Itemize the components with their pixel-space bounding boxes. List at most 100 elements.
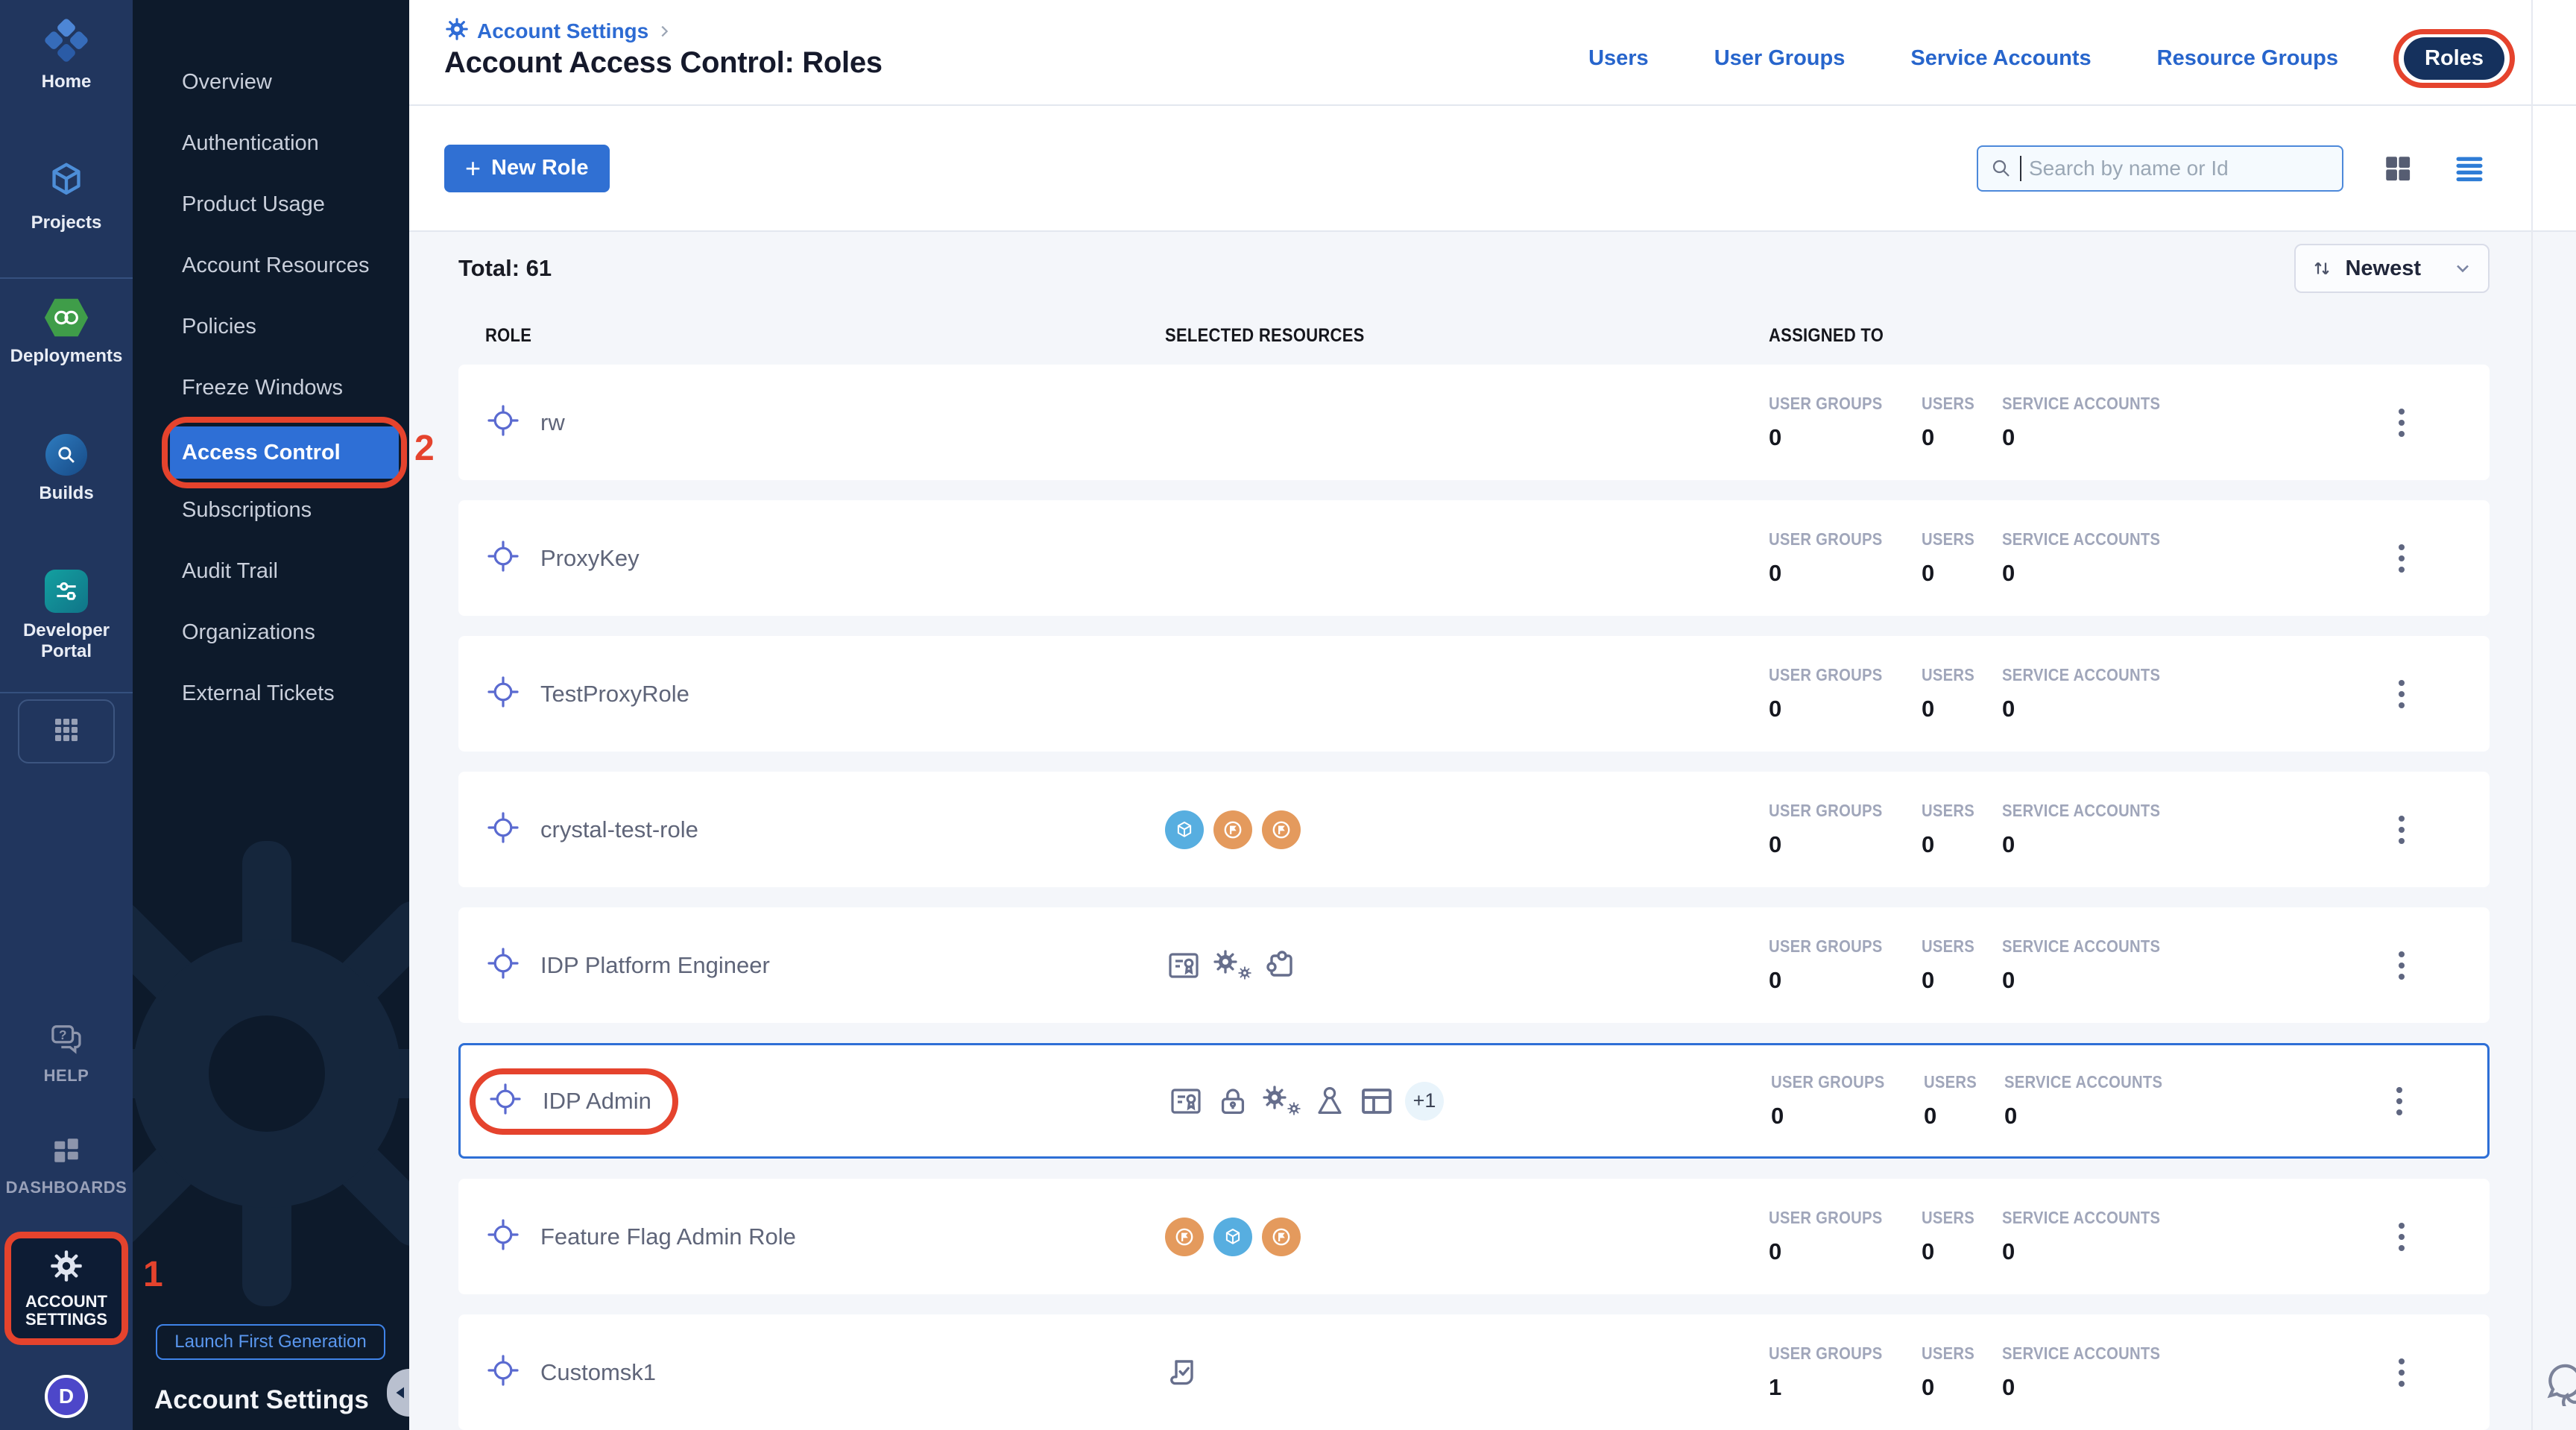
- sidebar-item-label: ACCOUNT: [25, 1292, 107, 1311]
- role-crosshair-icon: [485, 810, 521, 849]
- settings-item-product-usage[interactable]: Product Usage: [182, 188, 325, 221]
- breadcrumb-link[interactable]: Account Settings: [477, 19, 648, 43]
- settings-item-audit-trail[interactable]: Audit Trail: [182, 555, 278, 588]
- users-count: 0: [1924, 1103, 2004, 1130]
- row-menu-button[interactable]: [2383, 1077, 2416, 1126]
- service-accounts-count: 0: [2002, 831, 2182, 858]
- settings-item-organizations[interactable]: Organizations: [182, 616, 315, 649]
- settings-item-policies[interactable]: Policies: [182, 310, 256, 343]
- settings-item-authentication[interactable]: Authentication: [182, 127, 319, 160]
- settings-item-external-tickets[interactable]: External Tickets: [182, 677, 335, 710]
- role-row[interactable]: crystal-test-role USER GROUPS 0 USERS 0 …: [458, 772, 2490, 887]
- role-row[interactable]: Feature Flag Admin Role USER GROUPS 0 US…: [458, 1179, 2490, 1294]
- role-row[interactable]: Customsk1 USER GROUPS 1 USERS 0 SERVICE …: [458, 1314, 2490, 1430]
- new-role-button[interactable]: + New Role: [444, 145, 610, 192]
- lock-resource-icon: [1214, 1083, 1251, 1120]
- sidebar-item-projects[interactable]: Projects: [0, 158, 133, 233]
- sort-dropdown[interactable]: Newest: [2294, 244, 2490, 293]
- grid-view-button[interactable]: [2382, 153, 2414, 184]
- sidebar-item-developer-portal[interactable]: Developer Portal: [0, 570, 133, 662]
- chevron-right-icon: [656, 23, 672, 40]
- assigned-to: USER GROUPS 1 USERS 0 SERVICE ACCOUNTS 0: [1758, 1344, 2385, 1401]
- row-menu-button[interactable]: [2385, 398, 2418, 447]
- settings-item-freeze-windows[interactable]: Freeze Windows: [182, 371, 343, 404]
- service-accounts-count: 0: [2002, 560, 2182, 587]
- row-menu-button[interactable]: [2385, 534, 2418, 583]
- role-name: rw: [540, 409, 565, 436]
- sidebar-item-help[interactable]: ? HELP: [0, 1023, 133, 1086]
- annotation-step-2: 2: [414, 428, 435, 469]
- search-icon: [1990, 157, 2012, 180]
- module-picker-button[interactable]: [18, 699, 115, 763]
- gear-icon: [444, 16, 470, 45]
- sidebar-item-account-settings[interactable]: ACCOUNT SETTINGS: [4, 1232, 128, 1345]
- tab-user-groups[interactable]: User Groups: [1714, 46, 1846, 71]
- launch-first-generation-button[interactable]: Launch First Generation: [156, 1324, 385, 1360]
- text-caret: [2020, 156, 2021, 181]
- person-resource-icon: [1311, 1083, 1348, 1120]
- service-accounts-count: 0: [2002, 967, 2182, 994]
- sidebar-item-home[interactable]: Home: [0, 21, 133, 92]
- assigned-to: USER GROUPS 0 USERS 0 SERVICE ACCOUNTS 0: [1758, 394, 2385, 451]
- search-input[interactable]: [2029, 157, 2330, 180]
- role-row[interactable]: IDP Platform Engineer USER GROUPS 0 USER…: [458, 907, 2490, 1023]
- user-groups-count: 0: [1769, 831, 1922, 858]
- selected-resources: [1165, 810, 1758, 849]
- settings-item-access-control[interactable]: Access Control: [170, 426, 399, 479]
- column-assigned-to: ASSIGNED TO: [1769, 325, 1884, 347]
- gear-watermark-icon: [133, 805, 409, 1346]
- settings-sidebar: Overview Authentication Product Usage Accou…: [133, 0, 409, 1430]
- dashboards-icon: [51, 1135, 82, 1170]
- sidebar-item-deployments[interactable]: Deployments: [0, 297, 133, 367]
- sidebar-item-dashboards[interactable]: DASHBOARDS: [0, 1135, 133, 1198]
- settings-item-account-resources[interactable]: Account Resources: [182, 249, 369, 282]
- page-header: Account Settings Account Access Control:…: [409, 0, 2576, 106]
- role-crosshair-icon: [485, 1217, 521, 1256]
- service-accounts-count: 0: [2002, 424, 2182, 451]
- selected-resources: [1165, 947, 1758, 984]
- column-selected-resources: SELECTED RESOURCES: [1165, 325, 1365, 347]
- users-count: 0: [1922, 1238, 2002, 1265]
- toolbar: + New Role: [409, 106, 2576, 232]
- row-menu-button[interactable]: [2385, 1212, 2418, 1262]
- certificate-resource-icon: [1165, 947, 1202, 984]
- service-accounts-count: 0: [2004, 1103, 2184, 1130]
- grid-icon: [53, 716, 80, 747]
- tab-resource-groups[interactable]: Resource Groups: [2157, 46, 2338, 71]
- tab-roles[interactable]: Roles: [2404, 37, 2504, 80]
- role-name: Customsk1: [540, 1359, 656, 1386]
- sidebar-item-label: Deployments: [10, 346, 123, 367]
- gears-resource-icon: [1261, 1083, 1301, 1120]
- role-name: TestProxyRole: [540, 681, 689, 708]
- row-menu-button[interactable]: [2385, 1348, 2418, 1397]
- sidebar-item-label: Developer Portal: [10, 620, 122, 662]
- role-row[interactable]: ProxyKey USER GROUPS 0 USERS 0 SERVICE A…: [458, 500, 2490, 616]
- ci-cd-resource-icon: [1165, 810, 1204, 849]
- grid-view-icon: [2382, 153, 2414, 184]
- list-view-button[interactable]: [2452, 153, 2487, 184]
- users-count: 0: [1922, 560, 2002, 587]
- users-count: 0: [1922, 424, 2002, 451]
- row-menu-button[interactable]: [2385, 941, 2418, 990]
- settings-item-subscriptions[interactable]: Subscriptions: [182, 494, 312, 526]
- user-avatar[interactable]: D: [45, 1375, 88, 1418]
- svg-text:?: ?: [59, 1027, 67, 1042]
- builds-icon: [45, 434, 87, 476]
- role-name: IDP Admin: [543, 1088, 651, 1115]
- settings-item-overview[interactable]: Overview: [182, 66, 272, 98]
- sidebar-item-builds[interactable]: Builds: [0, 434, 133, 504]
- tab-service-accounts[interactable]: Service Accounts: [1910, 46, 2091, 71]
- role-row[interactable]: rw USER GROUPS 0 USERS 0 SERVICE ACCOUNT…: [458, 365, 2490, 480]
- row-menu-button[interactable]: [2385, 670, 2418, 719]
- panel-title: Account Settings: [154, 1385, 369, 1415]
- tab-users[interactable]: Users: [1588, 46, 1649, 71]
- row-menu-button[interactable]: [2385, 805, 2418, 854]
- chat-support-button[interactable]: [2540, 1361, 2576, 1410]
- role-row[interactable]: TestProxyRole USER GROUPS 0 USERS 0 SERV…: [458, 636, 2490, 752]
- user-groups-count: 0: [1769, 424, 1922, 451]
- sidebar-item-label: Home: [42, 72, 92, 92]
- collapse-panel-button[interactable]: [387, 1369, 409, 1417]
- cube-icon: [45, 158, 88, 205]
- assigned-to: USER GROUPS 0 USERS 0 SERVICE ACCOUNTS 0: [1758, 665, 2385, 722]
- role-row[interactable]: IDP Admin +1 USER GROUPS 0 USERS 0: [458, 1043, 2490, 1159]
